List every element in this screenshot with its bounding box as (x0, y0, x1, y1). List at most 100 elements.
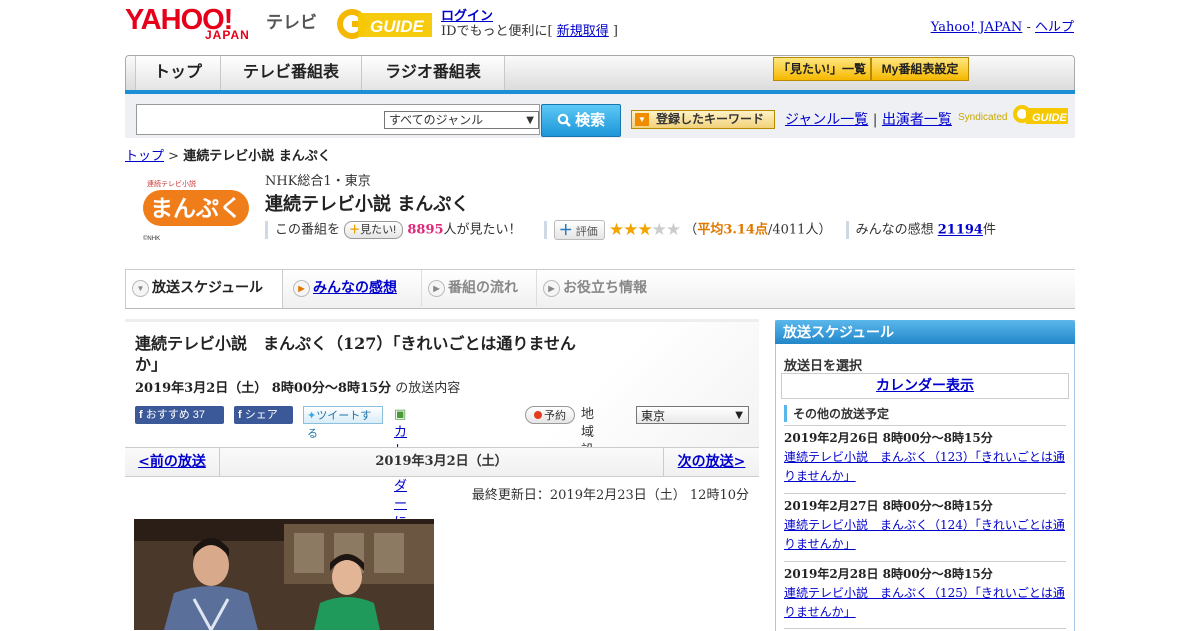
tab-tv-schedule[interactable]: テレビ番組表 (220, 56, 362, 90)
tv-logo-text[interactable]: テレビ (266, 8, 317, 33)
arrow-right-icon: ▶ (428, 280, 445, 297)
performer-list-link[interactable]: 出演者一覧 (882, 112, 952, 128)
mitai-list-button[interactable]: 「見たい!」一覧 (773, 57, 871, 81)
genre-links: ジャンル一覧 | 出演者一覧 (785, 109, 952, 129)
region-select-value: 東京 (641, 409, 666, 423)
broadcast-title-link[interactable]: 連続テレビ小説 まんぷく（125）「きれいごとは通りませんか」 (784, 586, 1065, 619)
broadcast-title-link[interactable]: 連続テレビ小説 まんぷく（124）「きれいごとは通りませんか」 (784, 518, 1065, 551)
list-item: 2019年2月28日 8時00分～8時15分 連続テレビ小説 まんぷく（125）… (784, 565, 1066, 622)
program-logo: まんぷく (143, 190, 249, 226)
header-dash: - (1022, 20, 1035, 35)
twitter-bird-icon: ✦ (307, 410, 317, 422)
stats-divider (543, 221, 547, 239)
kanso-count-link[interactable]: 21194 (938, 223, 983, 238)
list-item: 2019年2月26日 8時00分～8時15分 連続テレビ小説 まんぷく（123）… (784, 429, 1066, 486)
broadcast-date: 2019年2月28日 8時00分～8時15分 (784, 567, 993, 581)
sidebar-heading: 放送スケジュール (775, 320, 1075, 344)
star-icon: ★ (623, 220, 638, 240)
chevron-down-icon: ▼ (735, 410, 743, 421)
prev-episode-link[interactable]: <前の放送 (125, 448, 220, 476)
search-button-label: 検索 (575, 112, 606, 129)
yahoo-japan-link[interactable]: Yahoo! JAPAN (931, 20, 1023, 35)
sidebar-divider (784, 561, 1066, 562)
program-subtabs: ▼ 放送スケジュール ▶ みんなの感想 ▶ 番組の流れ ▶ お役立ち情報 (125, 269, 1075, 309)
keyword-button[interactable]: ▼ 登録したキーワード (631, 110, 775, 129)
breadcrumb-top-link[interactable]: トップ (125, 149, 164, 164)
stats-divider (845, 221, 849, 239)
breadcrumb-current: 連続テレビ小説 まんぷく (183, 149, 331, 164)
calendar-display-link[interactable]: カレンダー表示 (876, 378, 974, 394)
sidebar-divider (784, 493, 1066, 494)
other-broadcasts-label: その他の放送予定 (784, 405, 889, 422)
breadcrumb: トップ > 連続テレビ小説 まんぷく (125, 145, 331, 164)
help-link[interactable]: ヘルプ (1035, 20, 1074, 35)
fb-share-button[interactable]: f シェア (234, 406, 293, 424)
tab-radio-schedule[interactable]: ラジオ番組表 (361, 56, 505, 90)
region-label: 地域設定 (581, 407, 595, 476)
fb-recommend-button[interactable]: f おすすめ 37 (135, 406, 224, 424)
genre-select[interactable]: すべてのジャンル ▼ (384, 111, 539, 129)
record-dot-icon (534, 411, 542, 419)
episode-date: 2019年3月2日（土） 8時00分～8時15分 の放送内容 (135, 377, 460, 396)
plus-icon: ＋ (349, 224, 361, 236)
program-stats: この番組を ＋見たい! 8895人が見たい！ ＋ 評価 ★★★★★ （平均3.1… (265, 220, 996, 240)
search-icon (557, 113, 571, 127)
rate-button[interactable]: ＋ 評価 (553, 220, 605, 240)
subtab-schedule[interactable]: ▼ 放送スケジュール (125, 270, 283, 308)
signup-link[interactable]: 新規取得 (557, 24, 609, 39)
reserve-button[interactable]: 予約 (525, 406, 575, 424)
breadcrumb-separator: > (164, 149, 184, 164)
gguide-small-logo: GUIDE (1013, 105, 1068, 124)
last-updated: 最終更新日：2019年2月23日（土） 12時10分 (471, 488, 749, 503)
mitai-prefix: この番組を (275, 222, 341, 238)
tab-top[interactable]: トップ (135, 56, 221, 90)
subtab-kanso[interactable]: ▶ みんなの感想 (287, 270, 433, 306)
rating-stars: ★★★★★ (608, 220, 681, 240)
subtab-info[interactable]: ▶ お役立ち情報 (536, 270, 683, 306)
genre-links-separator: | (868, 112, 882, 128)
average-people: /4011人） (767, 222, 832, 238)
average-score: 平均3.14点 (697, 222, 768, 238)
stats-divider (265, 221, 268, 239)
current-episode-date: 2019年3月2日（土） (375, 454, 508, 469)
episode-title: 連続テレビ小説 まんぷく（127）「きれいごとは通りませんか」 (135, 334, 576, 374)
subtab-flow-label: 番組の流れ (448, 279, 518, 295)
login-sub: IDでもっと便利に[ 新規取得 ] (441, 20, 618, 39)
star-icon: ★ (608, 220, 624, 240)
subtab-info-label: お役立ち情報 (563, 279, 647, 295)
rate-button-label: 評価 (575, 226, 598, 238)
my-schedule-button[interactable]: My番組表設定 (871, 57, 969, 81)
region-select[interactable]: 東京 ▼ (636, 406, 749, 424)
chevron-down-icon: ▼ (526, 115, 534, 126)
gguide-logo[interactable]: GUIDE (336, 7, 432, 41)
genre-list-link[interactable]: ジャンル一覧 (785, 112, 868, 128)
mitai-suffix: 人が見たい！ (443, 222, 522, 238)
search-button[interactable]: 検索 (541, 104, 621, 137)
plus-icon: ＋ (558, 222, 573, 238)
tweet-button[interactable]: ✦ツイートする (303, 406, 383, 440)
yahoo-japan-logo-text: JAPAN (205, 28, 250, 42)
arrow-down-icon: ▼ (132, 280, 149, 297)
select-date-label: 放送日を選択 (784, 359, 863, 374)
broadcast-date: 2019年2月27日 8時00分～8時15分 (784, 499, 993, 513)
kanso-suffix: 件 (982, 222, 996, 238)
subtab-schedule-label: 放送スケジュール (152, 279, 264, 295)
header-links: Yahoo! JAPAN - ヘルプ (931, 16, 1074, 35)
calendar-register-link[interactable]: ▣カレンダーに登録 (394, 406, 407, 566)
subtab-flow[interactable]: ▶ 番組の流れ (421, 270, 554, 306)
main-nav: トップ テレビ番組表 ラジオ番組表 「見たい!」一覧 My番組表設定 (125, 55, 1075, 91)
mitai-button[interactable]: ＋見たい! (344, 221, 404, 239)
sidebar-divider (784, 425, 1066, 426)
chevron-down-icon: ▼ (635, 113, 649, 126)
episode-nav: <前の放送 2019年3月2日（土） 次の放送> (125, 447, 759, 477)
login-sub-suffix: ] (608, 24, 618, 39)
list-item: 2019年2月27日 8時00分～8時15分 連続テレビ小説 まんぷく（124）… (784, 497, 1066, 554)
avg-open: （ (684, 222, 698, 238)
next-episode-link[interactable]: 次の放送> (663, 448, 759, 476)
facebook-icon: f (139, 409, 143, 421)
star-icon: ★ (637, 220, 652, 240)
star-empty-icon: ★ (651, 220, 667, 240)
broadcast-title-link[interactable]: 連続テレビ小説 まんぷく（123）「きれいごとは通りませんか」 (784, 450, 1065, 483)
svg-text:GUIDE: GUIDE (1032, 112, 1068, 124)
facebook-icon: f (238, 409, 242, 421)
